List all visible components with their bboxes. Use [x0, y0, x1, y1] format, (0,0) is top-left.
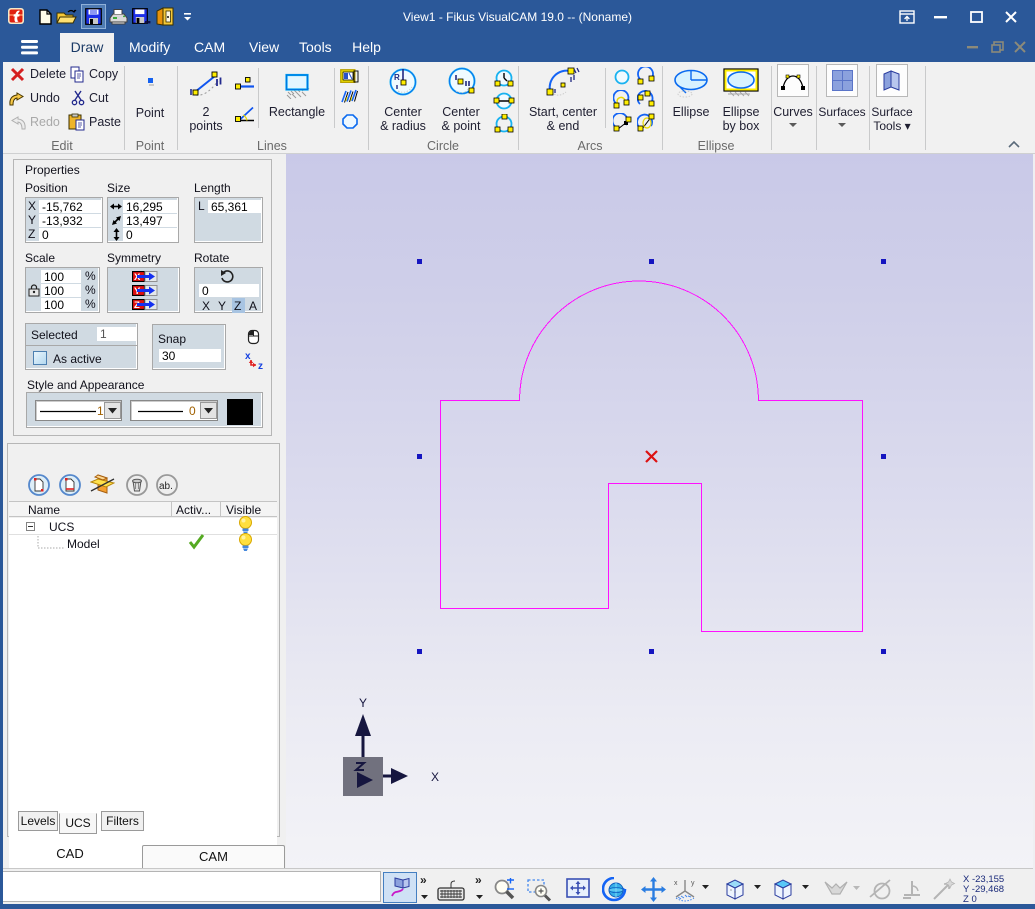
- svg-text:R: R: [394, 73, 400, 82]
- svg-text:y: y: [691, 880, 695, 887]
- svg-text:z: z: [258, 361, 263, 370]
- svg-text:x: x: [674, 880, 678, 887]
- svg-text:x: x: [245, 351, 251, 362]
- svg-text:X: X: [431, 770, 439, 784]
- svg-text:ab.: ab.: [159, 481, 173, 492]
- svg-text:Y: Y: [359, 696, 367, 710]
